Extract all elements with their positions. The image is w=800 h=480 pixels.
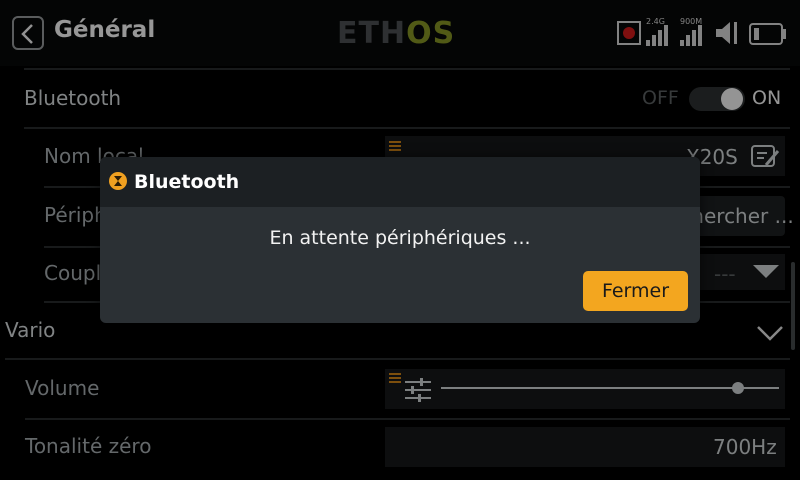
bluetooth-dialog: Bluetooth En attente périphériques ... F… (100, 157, 700, 323)
close-button[interactable]: Fermer (583, 271, 688, 311)
hourglass-icon (109, 172, 127, 190)
dialog-message: En attente périphériques ... (269, 227, 531, 249)
dialog-header: Bluetooth (100, 157, 700, 207)
dialog-title: Bluetooth (134, 171, 240, 193)
